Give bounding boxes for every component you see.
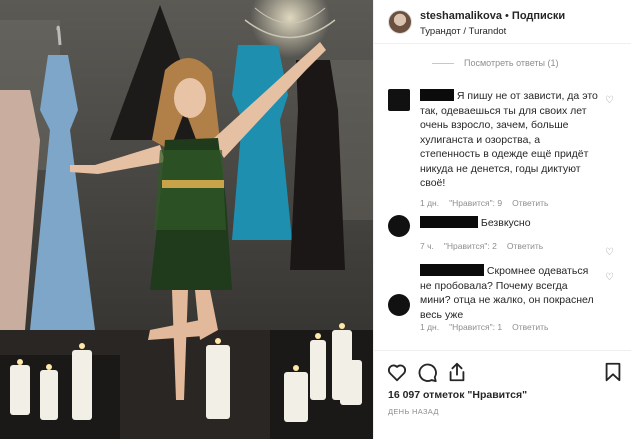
post-actions: 16 097 отметок "Нравится" ДЕНЬ НАЗАД (374, 350, 631, 439)
comment-text: Безвкусно (480, 217, 531, 229)
comment-time[interactable]: 1 дн. (420, 198, 439, 208)
comment-time[interactable]: 7 ч. (420, 241, 434, 251)
comment-body: Скромнее одеваться не пробовала? Почему … (420, 264, 600, 322)
commenter-avatar[interactable] (388, 215, 410, 237)
commenter-avatar[interactable] (388, 294, 410, 316)
comment-likes[interactable]: "Нравится": 9 (449, 198, 502, 208)
like-count[interactable]: 16 097 отметок "Нравится" (388, 389, 527, 401)
post-photo[interactable] (0, 0, 373, 439)
comment-text: Я пишу не от зависти, да это так, одевае… (420, 90, 598, 189)
post-sidebar: steshamalikova • Подписки Турандот / Tur… (373, 0, 631, 439)
comment-like-heart-icon[interactable]: ♡ (605, 95, 614, 106)
comment-meta: 1 дн. "Нравится": 1 Ответить (420, 322, 558, 332)
reply-button[interactable]: Ответить (507, 241, 543, 251)
separator-dot: • (501, 10, 512, 22)
heart-outline-icon[interactable] (386, 361, 408, 383)
share-upload-icon[interactable] (446, 361, 468, 383)
comment-time[interactable]: 1 дн. (420, 322, 439, 332)
comment-like-heart-icon[interactable]: ♡ (605, 272, 614, 283)
comment-like-heart-icon[interactable]: ♡ (605, 247, 614, 258)
reply-button[interactable]: Ответить (512, 198, 548, 208)
view-replies-label: Посмотреть ответы (1) (464, 58, 559, 68)
location-link[interactable]: Турандот / Turandot (420, 26, 506, 37)
view-replies-button[interactable]: Посмотреть ответы (1) (432, 58, 559, 68)
post-header: steshamalikova • Подписки Турандот / Tur… (374, 0, 631, 44)
redacted-username (420, 89, 454, 101)
post-author-line: steshamalikova • Подписки (420, 10, 565, 22)
redacted-username (420, 264, 484, 276)
speech-bubble-icon[interactable] (416, 361, 438, 383)
redacted-username (420, 216, 478, 228)
comment-likes[interactable]: "Нравится": 2 (444, 241, 497, 251)
username-link[interactable]: steshamalikova (420, 10, 502, 22)
avatar[interactable] (388, 10, 412, 34)
comment-body: Безвкусно (420, 216, 600, 231)
bookmark-icon[interactable] (602, 361, 624, 383)
comment-meta: 1 дн. "Нравится": 9 Ответить (420, 198, 558, 208)
reply-button[interactable]: Ответить (512, 322, 548, 332)
comment-likes[interactable]: "Нравится": 1 (449, 322, 502, 332)
post-date: ДЕНЬ НАЗАД (388, 407, 439, 416)
comment-meta: 7 ч. "Нравится": 2 Ответить (420, 241, 553, 251)
follow-status-button[interactable]: Подписки (512, 10, 565, 22)
photo-illustration (0, 0, 373, 439)
comment-body: Я пишу не от зависти, да это так, одевае… (420, 89, 600, 191)
commenter-avatar[interactable] (388, 89, 410, 111)
reply-line (432, 63, 454, 65)
